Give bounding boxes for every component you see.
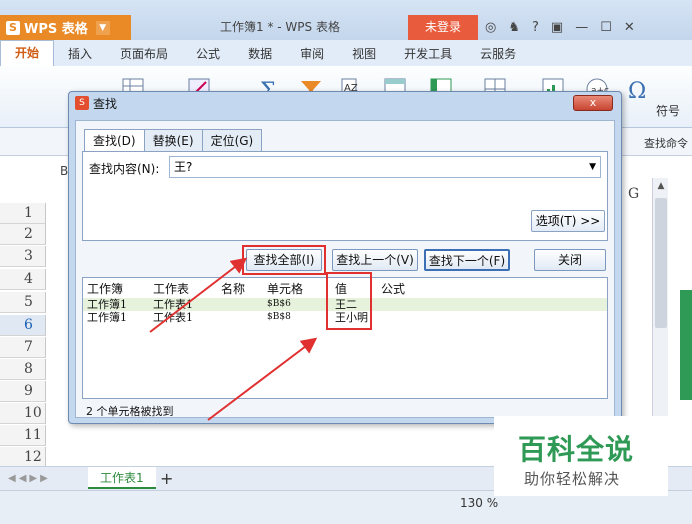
find-value: 王? [174, 160, 193, 174]
menu-item-page-layout[interactable]: 页面布局 [106, 45, 182, 62]
zoom-level[interactable]: 130 % [460, 496, 498, 510]
login-button[interactable]: 未登录 [408, 15, 478, 40]
tab-goto[interactable]: 定位(G) [201, 129, 263, 152]
menu-item-review[interactable]: 审阅 [286, 45, 338, 62]
scroll-up-icon[interactable]: ▲ [653, 178, 669, 194]
find-previous-button[interactable]: 查找上一个(V) [332, 249, 418, 271]
watermark: 百科全说 助你轻松解决 [494, 416, 668, 496]
menu-item-cloud[interactable]: 云服务 [466, 45, 530, 62]
find-input[interactable]: 王? ▼ [169, 156, 601, 178]
tab-replace[interactable]: 替换(E) [143, 129, 203, 152]
find-command-link[interactable]: 查找命令 [644, 135, 688, 151]
add-sheet-button[interactable]: + [160, 469, 173, 488]
watermark-subtitle: 助你轻松解决 [524, 470, 621, 488]
row-header[interactable]: 12 [0, 447, 46, 468]
dialog-close-action-button[interactable]: 关闭 [534, 249, 606, 271]
results-count: 2 个单元格被找到 [86, 405, 174, 418]
row-header[interactable]: 11 [0, 425, 46, 446]
row-header[interactable]: 3 [0, 246, 46, 267]
dialog-body: 查找(D) 替换(E) 定位(G) 查找内容(N): 王? ▼ 选项(T) >>… [75, 120, 615, 418]
row-header[interactable]: 4 [0, 269, 46, 290]
result-workbook: 工作簿1 [87, 298, 127, 311]
result-sheet: 工作表1 [153, 298, 193, 311]
row-header[interactable]: 5 [0, 292, 46, 313]
svg-text:Ω: Ω [628, 79, 646, 102]
document-title: 工作簿1 * - WPS 表格 [220, 20, 340, 34]
row-header[interactable]: 8 [0, 359, 46, 380]
menu-item-formula[interactable]: 公式 [182, 45, 234, 62]
find-label: 查找内容(N): [89, 162, 160, 176]
row-header[interactable]: 7 [0, 337, 46, 358]
menu-item-developer[interactable]: 开发工具 [390, 45, 466, 62]
wps-logo-icon: S [6, 20, 20, 35]
menu-bar: 开始 插入 页面布局 公式 数据 审阅 视图 开发工具 云服务 [0, 40, 692, 66]
result-cell: $B$8 [267, 312, 291, 322]
dialog-title: 查找 [93, 96, 118, 111]
row-header[interactable]: 1 [0, 203, 46, 224]
column-header-b[interactable]: B [60, 164, 68, 178]
menu-item-insert[interactable]: 插入 [54, 45, 106, 62]
find-dialog: S 查找 x 查找(D) 替换(E) 定位(G) 查找内容(N): 王? ▼ 选… [68, 91, 622, 424]
result-cell: $B$6 [267, 299, 291, 309]
dialog-title-bar[interactable]: S 查找 [69, 92, 621, 114]
tab-navigation-icon[interactable]: ◀◀▶▶ [8, 473, 51, 484]
find-all-highlight [242, 245, 326, 275]
wps-logo-icon: S [75, 96, 89, 110]
menu-item-view[interactable]: 视图 [338, 45, 390, 62]
watermark-title: 百科全说 [518, 433, 635, 466]
menu-item-data[interactable]: 数据 [234, 45, 286, 62]
tab-find[interactable]: 查找(D) [84, 129, 145, 152]
row-header[interactable]: 9 [0, 381, 46, 402]
results-header-workbook[interactable]: 工作簿 [87, 280, 123, 297]
results-header-name[interactable]: 名称 [221, 280, 245, 297]
side-panel-tab[interactable] [680, 290, 692, 400]
minimize-button[interactable]: — [575, 20, 588, 35]
title-bar: S WPS 表格 ▼ 工作簿1 * - WPS 表格 未登录 ◎ ♞ ? ▣ —… [0, 0, 692, 40]
app-menu-button[interactable]: S WPS 表格 ▼ [0, 15, 131, 40]
omega-icon[interactable]: Ω [626, 76, 652, 102]
row-header[interactable]: 10 [0, 403, 46, 424]
column-header-g[interactable]: G [628, 186, 639, 202]
window-controls: ◎ ♞ ? ▣ — ☐ ✕ [485, 15, 635, 40]
dialog-tabs: 查找(D) 替换(E) 定位(G) [84, 129, 263, 152]
value-column-highlight [326, 272, 372, 330]
find-panel: 查找内容(N): 王? ▼ 选项(T) >> [82, 151, 608, 241]
chevron-down-icon[interactable]: ▼ [589, 157, 596, 177]
tab-sheet1[interactable]: 工作表1 [88, 467, 156, 489]
dialog-close-button[interactable]: x [573, 95, 613, 111]
scroll-thumb[interactable] [655, 198, 667, 328]
options-button[interactable]: 选项(T) >> [531, 210, 605, 232]
result-sheet: 工作表1 [153, 311, 193, 324]
chevron-down-icon: ▼ [95, 20, 110, 35]
menu-item-home[interactable]: 开始 [0, 40, 55, 66]
restore-icon[interactable]: ▣ [551, 20, 563, 35]
symbol-label[interactable]: 符号 [656, 102, 680, 119]
maximize-button[interactable]: ☐ [600, 20, 612, 35]
app-name: WPS 表格 [24, 22, 88, 37]
result-workbook: 工作簿1 [87, 311, 127, 324]
skin-icon[interactable]: ◎ [485, 20, 496, 35]
shirt-icon[interactable]: ♞ [508, 20, 520, 35]
find-next-button[interactable]: 查找下一个(F) [424, 249, 510, 271]
help-button[interactable]: ? [532, 20, 539, 35]
results-header-cell[interactable]: 单元格 [267, 280, 303, 297]
results-header-sheet[interactable]: 工作表 [153, 280, 189, 297]
results-header-formula[interactable]: 公式 [381, 280, 405, 297]
row-header-selected[interactable]: 6 [0, 315, 46, 336]
close-button[interactable]: ✕ [624, 20, 635, 35]
row-header[interactable]: 2 [0, 224, 46, 245]
